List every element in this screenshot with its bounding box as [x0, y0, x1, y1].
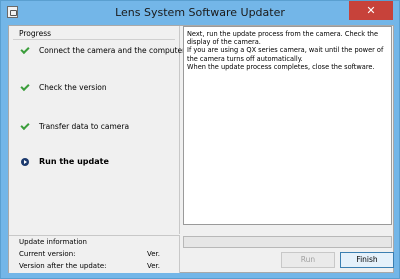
progress-bar	[183, 236, 392, 248]
progress-panel: Progress Connect the camera and the comp…	[9, 26, 185, 234]
check-icon	[20, 120, 30, 131]
message-line: If you are using a QX series camera, wai…	[187, 46, 384, 63]
divider	[13, 39, 175, 40]
after-version-label: Version after the update:	[19, 262, 107, 270]
finish-button[interactable]: Finish	[340, 252, 394, 268]
step-label: Run the update	[39, 157, 109, 166]
run-button[interactable]: Run	[281, 252, 335, 268]
step-connect: Connect the camera and the computer	[19, 44, 185, 58]
step-label: Transfer data to camera	[39, 122, 130, 131]
title-bar[interactable]: Lens System Software Updater ✕	[1, 1, 399, 25]
current-version-value: Ver.	[147, 250, 161, 258]
window-title: Lens System Software Updater	[115, 6, 285, 19]
step-label: Connect the camera and the computer	[39, 46, 186, 55]
message-text-area[interactable]: Next, run the update process from the ca…	[183, 26, 392, 225]
step-check-version: Check the version	[19, 81, 179, 95]
update-information-panel: Update information Current version: Ver.…	[9, 235, 180, 273]
current-step-icon	[21, 158, 29, 166]
step-label: Check the version	[39, 83, 107, 92]
updater-window: Lens System Software Updater ✕ Progress …	[0, 0, 400, 279]
current-version-label: Current version:	[19, 250, 76, 258]
update-info-title: Update information	[19, 238, 87, 246]
progress-label: Progress	[19, 29, 52, 38]
step-transfer: Transfer data to camera	[19, 120, 179, 134]
check-icon	[20, 81, 30, 92]
after-version-value: Ver.	[147, 262, 161, 270]
check-icon	[20, 44, 30, 55]
close-button[interactable]: ✕	[349, 1, 393, 20]
message-line: When the update process completes, close…	[187, 62, 375, 71]
step-run-update: Run the update	[19, 157, 179, 169]
message-line: Next, run the update process from the ca…	[187, 30, 379, 47]
client-area: Progress Connect the camera and the comp…	[8, 25, 394, 273]
